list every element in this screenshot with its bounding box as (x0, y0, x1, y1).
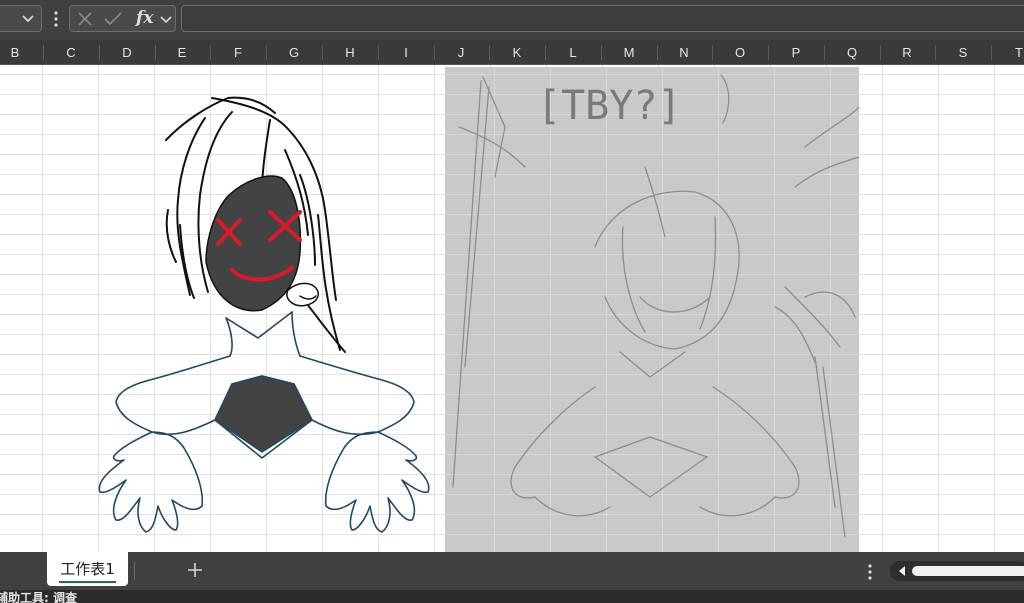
column-separator[interactable] (545, 45, 546, 60)
column-header-s[interactable]: S (953, 40, 973, 65)
column-separator[interactable] (434, 45, 435, 60)
column-header-f[interactable]: F (228, 40, 248, 65)
column-header-h[interactable]: H (340, 40, 360, 65)
column-header-d[interactable]: D (117, 40, 137, 65)
reference-sketch-image[interactable]: [TBY?] (445, 67, 859, 552)
column-header-k[interactable]: K (507, 40, 527, 65)
more-vertical-icon[interactable] (51, 9, 61, 29)
insert-function-button[interactable]: fx (136, 7, 158, 29)
column-header-n[interactable]: N (674, 40, 694, 65)
column-header-b[interactable]: B (5, 40, 25, 65)
formula-input[interactable] (181, 5, 1024, 32)
column-header-o[interactable]: O (730, 40, 750, 65)
column-header-g[interactable]: G (284, 40, 304, 65)
sheet-tab-label: 工作表1 (60, 560, 115, 578)
status-text[interactable]: 辅助工具: 调查 (0, 590, 77, 603)
column-separator[interactable] (322, 45, 323, 60)
column-separator[interactable] (991, 45, 992, 60)
active-tab-indicator (59, 581, 116, 583)
formula-controls: fx (69, 5, 176, 32)
scrollbar-thumb[interactable] (912, 566, 1024, 576)
column-separator[interactable] (489, 45, 490, 60)
column-separator[interactable] (378, 45, 379, 60)
formula-bar: fx (0, 0, 1024, 40)
more-vertical-icon[interactable] (865, 563, 875, 581)
column-separator[interactable] (99, 45, 100, 60)
column-separator[interactable] (266, 45, 267, 60)
column-header-p[interactable]: P (786, 40, 806, 65)
chevron-down-icon[interactable] (20, 10, 36, 26)
sheet-tab-active[interactable]: 工作表1 (47, 552, 128, 586)
column-separator[interactable] (824, 45, 825, 60)
sketch-lines: [TBY?] (452, 74, 859, 538)
column-separator[interactable] (712, 45, 713, 60)
column-header-q[interactable]: Q (842, 40, 862, 65)
column-header-j[interactable]: J (451, 40, 471, 65)
column-header-e[interactable]: E (172, 40, 192, 65)
column-separator[interactable] (768, 45, 769, 60)
column-header-m[interactable]: M (619, 40, 639, 65)
column-separator[interactable] (601, 45, 602, 60)
column-separator[interactable] (657, 45, 658, 60)
add-sheet-icon[interactable] (185, 560, 205, 580)
scroll-left-icon[interactable] (898, 566, 906, 576)
column-separator[interactable] (935, 45, 936, 60)
tab-divider (134, 562, 135, 580)
column-separator[interactable] (155, 45, 156, 60)
column-header-i[interactable]: I (396, 40, 416, 65)
column-separator[interactable] (43, 45, 44, 60)
check-icon[interactable] (104, 11, 122, 27)
column-header-t[interactable]: T (1009, 40, 1024, 65)
column-separator[interactable] (210, 45, 211, 60)
column-header-l[interactable]: L (563, 40, 583, 65)
name-box[interactable] (0, 5, 42, 32)
column-separator[interactable] (880, 45, 881, 60)
cancel-icon[interactable] (77, 11, 93, 27)
column-header-r[interactable]: R (897, 40, 917, 65)
horizontal-scrollbar[interactable] (890, 561, 1024, 581)
column-header-c[interactable]: C (61, 40, 81, 65)
sketch-caption: [TBY?] (537, 83, 682, 129)
chevron-down-icon[interactable] (159, 12, 173, 26)
status-bar: 辅助工具: 调查 (0, 590, 1024, 603)
sheet-tab-bar: 工作表1 (0, 552, 1024, 590)
character-drawing[interactable] (95, 90, 435, 542)
column-headers: B C D E F G H I J K L M N O P Q R S T (0, 40, 1024, 65)
